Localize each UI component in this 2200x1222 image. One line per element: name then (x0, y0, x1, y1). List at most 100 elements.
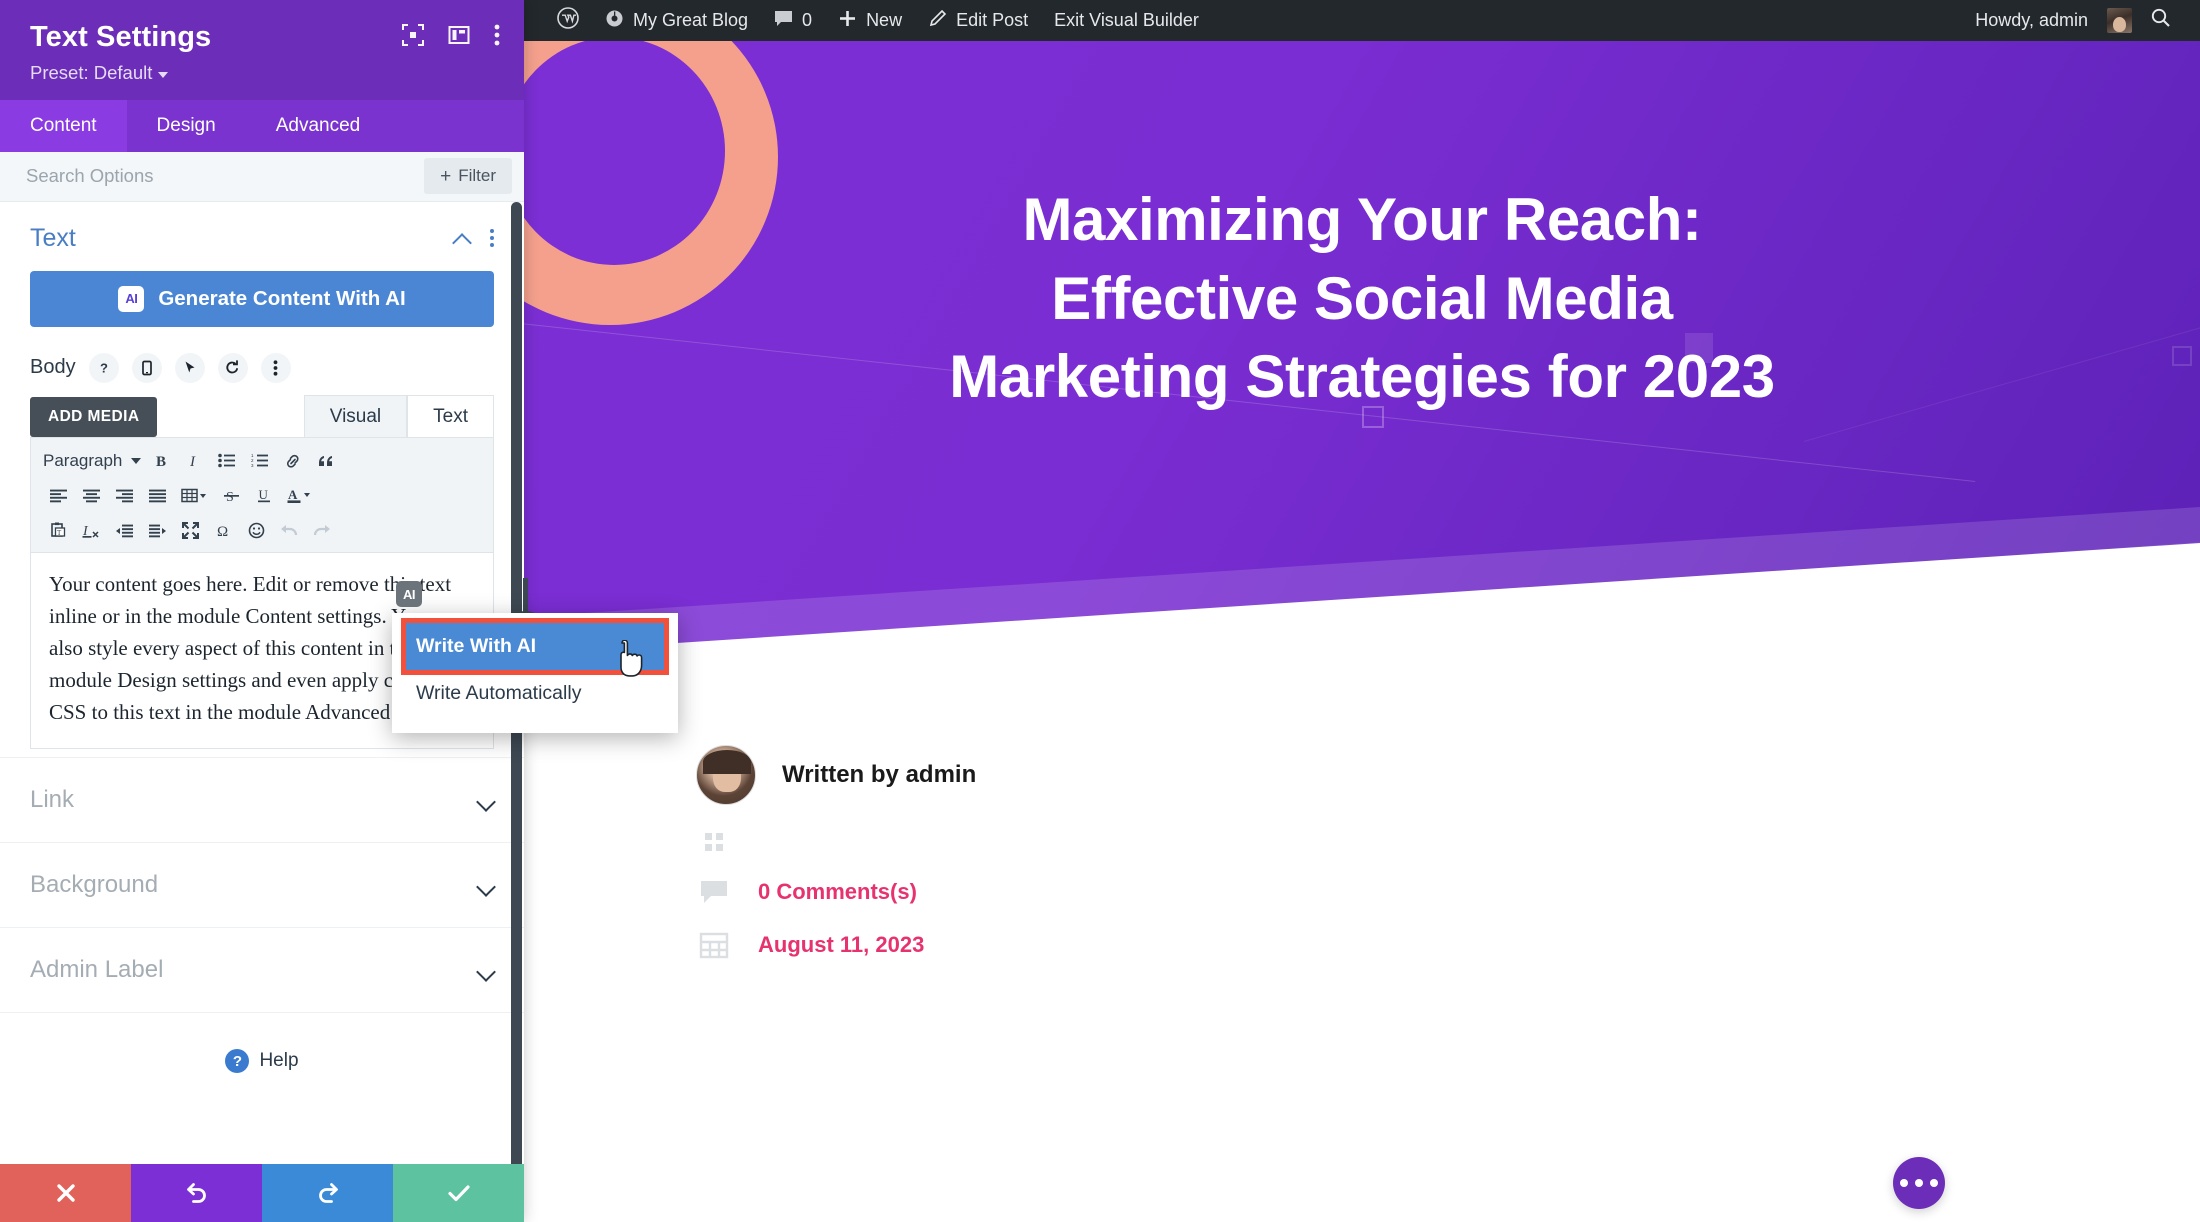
italic-icon[interactable]: I (179, 448, 209, 474)
link-icon[interactable] (278, 448, 308, 474)
section-text-title: Text (30, 223, 76, 252)
section-admin-label-header[interactable]: Admin Label (30, 928, 494, 1012)
focus-frame-icon[interactable] (402, 24, 424, 51)
panel-header: Text Settings Preset: Default (0, 0, 524, 100)
preset-label: Preset: Default (30, 61, 153, 83)
tab-advanced[interactable]: Advanced (246, 100, 391, 152)
tab-visual[interactable]: Visual (303, 394, 408, 437)
redo-button[interactable] (262, 1164, 393, 1222)
section-link-title: Link (30, 786, 75, 814)
responsive-icon[interactable] (131, 352, 162, 383)
align-right-icon[interactable] (109, 483, 139, 509)
close-icon (56, 1184, 75, 1202)
generate-content-with-ai-button[interactable]: AI Generate Content With AI (30, 270, 494, 327)
field-options-dots-icon[interactable] (260, 352, 291, 383)
strikethrough-icon[interactable]: S (216, 483, 246, 509)
save-button[interactable] (393, 1164, 524, 1222)
bulleted-list-icon[interactable] (212, 448, 242, 474)
author-name: Written by admin (782, 761, 977, 788)
author-avatar (696, 745, 756, 805)
ai-inline-badge[interactable]: AI (396, 581, 422, 607)
undo-icon[interactable] (274, 518, 304, 544)
reset-icon[interactable] (217, 352, 248, 383)
dot-3 (1930, 1179, 1938, 1187)
chevron-down-icon[interactable] (478, 962, 494, 978)
admin-bar-right: Howdy, admin (1962, 0, 2186, 41)
toolbar-row-3: T I Ω (43, 518, 481, 544)
post-date-row[interactable]: August 11, 2023 (696, 931, 976, 959)
bold-icon[interactable]: B (146, 448, 176, 474)
exit-label: Exit Visual Builder (1054, 10, 1199, 30)
site-name-menu[interactable]: My Great Blog (592, 0, 761, 41)
edit-post-button[interactable]: Edit Post (915, 0, 1041, 41)
vertical-dots-icon[interactable] (494, 24, 500, 51)
svg-text:U: U (258, 487, 268, 502)
paste-as-text-icon[interactable]: T (43, 518, 73, 544)
page-settings-button[interactable] (1893, 1157, 1945, 1209)
fullscreen-icon[interactable] (175, 518, 205, 544)
help-icon[interactable]: ? (88, 352, 119, 383)
chevron-down-icon[interactable] (478, 792, 494, 808)
bottom-wave-shapes (524, 507, 2200, 697)
module-settings-panel: Text Settings Preset: Default Content De… (0, 0, 524, 1222)
undo-button[interactable] (131, 1164, 262, 1222)
visual-builder-screen: My Great Blog 0 New Edit Post Exit Visua… (0, 0, 2200, 1222)
section-text-actions (454, 229, 494, 248)
numbered-list-icon[interactable]: 123 (245, 448, 275, 474)
align-center-icon[interactable] (76, 483, 106, 509)
menu-item-write-with-ai[interactable]: Write With AI (401, 618, 669, 675)
table-icon[interactable] (175, 483, 213, 509)
help-button[interactable]: ? Help (0, 1013, 524, 1103)
emoji-icon[interactable] (241, 518, 271, 544)
section-text-header[interactable]: Text (30, 202, 494, 271)
chevron-down-icon (131, 457, 141, 464)
exit-visual-builder-button[interactable]: Exit Visual Builder (1041, 0, 1212, 41)
chevron-down-icon[interactable] (478, 877, 494, 893)
hover-cursor-icon[interactable] (174, 352, 205, 383)
section-background-header[interactable]: Background (30, 843, 494, 927)
new-content-menu[interactable]: New (825, 0, 915, 41)
blockquote-icon[interactable] (311, 448, 341, 474)
special-character-icon[interactable]: Ω (208, 518, 238, 544)
wp-logo-button[interactable] (544, 0, 592, 41)
menu-item-write-automatically[interactable]: Write Automatically (392, 670, 678, 717)
panel-tabs: Content Design Advanced (0, 99, 524, 152)
add-media-button[interactable]: ADD MEDIA (30, 396, 158, 437)
text-color-icon[interactable]: A (282, 483, 316, 509)
preset-selector[interactable]: Preset: Default (30, 62, 498, 84)
align-justify-icon[interactable] (142, 483, 172, 509)
search-button[interactable] (2138, 0, 2186, 41)
plus-icon (838, 9, 857, 33)
outdent-icon[interactable] (109, 518, 139, 544)
section-options-dots-icon[interactable] (490, 229, 494, 248)
wp-admin-bar: My Great Blog 0 New Edit Post Exit Visua… (524, 0, 2200, 41)
redo-icon[interactable] (307, 518, 337, 544)
svg-text:T: T (57, 529, 62, 537)
redo-icon (318, 1183, 338, 1203)
panel-layout-icon[interactable] (448, 24, 470, 51)
toolbar-row-2: S U A (43, 483, 481, 509)
indent-icon[interactable] (142, 518, 172, 544)
clear-formatting-icon[interactable]: I (76, 518, 106, 544)
categories-grid-icon (696, 831, 732, 853)
post-comments-row[interactable]: 0 Comments(s) (696, 879, 976, 905)
chevron-up-icon[interactable] (454, 230, 470, 246)
tab-content[interactable]: Content (0, 99, 127, 152)
comments-link[interactable]: 0 Comments(s) (758, 879, 917, 905)
section-background: Background (0, 843, 524, 929)
section-link-header[interactable]: Link (30, 758, 494, 842)
search-input[interactable] (26, 165, 425, 188)
title-line-1: Maximizing Your Reach: (1022, 186, 1702, 253)
filter-button[interactable]: + Filter (424, 158, 512, 195)
account-menu[interactable]: Howdy, admin (1962, 0, 2138, 41)
date-link[interactable]: August 11, 2023 (758, 932, 924, 958)
comments-menu[interactable]: 0 (761, 0, 825, 41)
check-icon (447, 1185, 470, 1202)
tab-text[interactable]: Text (407, 394, 494, 437)
tab-design[interactable]: Design (127, 100, 246, 152)
align-left-icon[interactable] (43, 483, 73, 509)
paragraph-format-select[interactable]: Paragraph (43, 451, 143, 471)
cancel-button[interactable] (0, 1164, 131, 1222)
underline-icon[interactable]: U (249, 483, 279, 509)
title-line-2: Effective Social Media (1051, 264, 1673, 332)
